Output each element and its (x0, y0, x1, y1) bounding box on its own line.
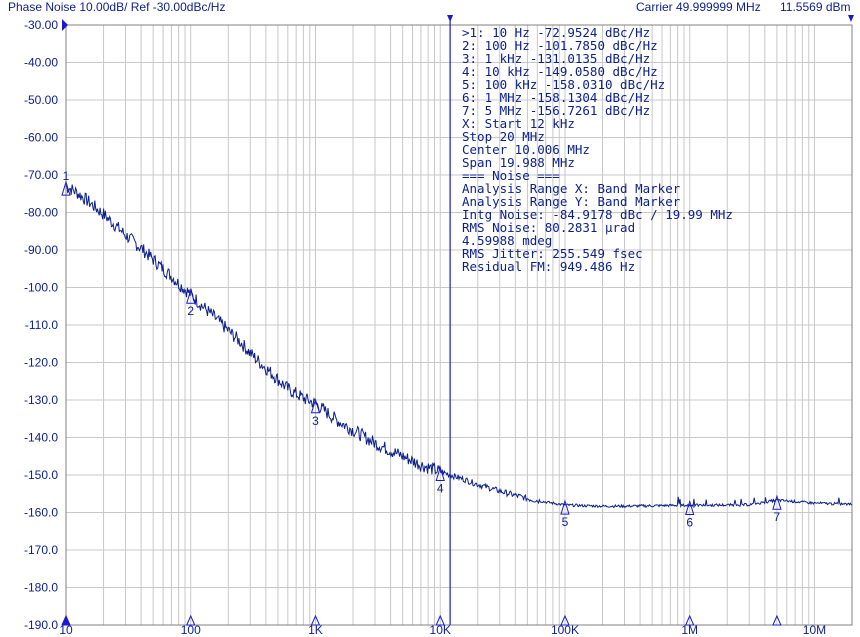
y-tick-label: -140.0 (24, 431, 58, 445)
band-stop-arrow (848, 15, 854, 22)
y-tick-label: -100.0 (24, 281, 58, 295)
y-tick-label: -190.0 (24, 618, 58, 632)
y-tick-label: -160.0 (24, 506, 58, 520)
marker-4-label: 4 (437, 481, 444, 495)
y-tick-label: -170.0 (24, 543, 58, 557)
y-tick-label: -150.0 (24, 468, 58, 482)
y-tick-label: -30.00 (24, 18, 58, 32)
markers: 1 2 3 4 5 6 7 (61, 169, 782, 626)
y-tick-label: -40.00 (24, 56, 58, 70)
y-tick-label: -60.00 (24, 131, 58, 145)
marker-7-label: 7 (774, 510, 781, 524)
y-tick-label: -90.00 (24, 243, 58, 257)
y-axis-labels: -30.00 -40.00 -50.00 -60.00 -70.00 -80.00 -90.… (24, 18, 68, 632)
active-marker-axis-indicator (62, 616, 70, 625)
trace (65, 184, 853, 509)
y-tick-label: -50.00 (24, 93, 58, 107)
marker-3-label: 3 (312, 414, 319, 428)
y-tick-label: -110.0 (25, 318, 58, 332)
ref-level-arrow (62, 19, 68, 31)
y-tick-label: -120.0 (24, 356, 58, 370)
marker-6-label: 6 (686, 515, 693, 529)
x-tick-label: 10M (803, 623, 826, 637)
band-start-arrow (447, 15, 454, 22)
marker-2-label: 2 (187, 304, 194, 318)
y-tick-label: -130.0 (24, 393, 58, 407)
phase-noise-chart: -30.00 -40.00 -50.00 -60.00 -70.00 -80.00 -90.… (24, 15, 854, 637)
marker-1-label: 1 (63, 169, 70, 183)
phase-noise-trace (65, 184, 853, 509)
marker-5-label: 5 (562, 515, 569, 529)
y-tick-label: -180.0 (24, 581, 58, 595)
y-tick-label: -80.00 (24, 206, 58, 220)
grid (65, 24, 853, 626)
marker-table-line: Residual FM: 949.486 Hz (462, 259, 635, 274)
y-tick-label: -70.00 (24, 168, 58, 182)
